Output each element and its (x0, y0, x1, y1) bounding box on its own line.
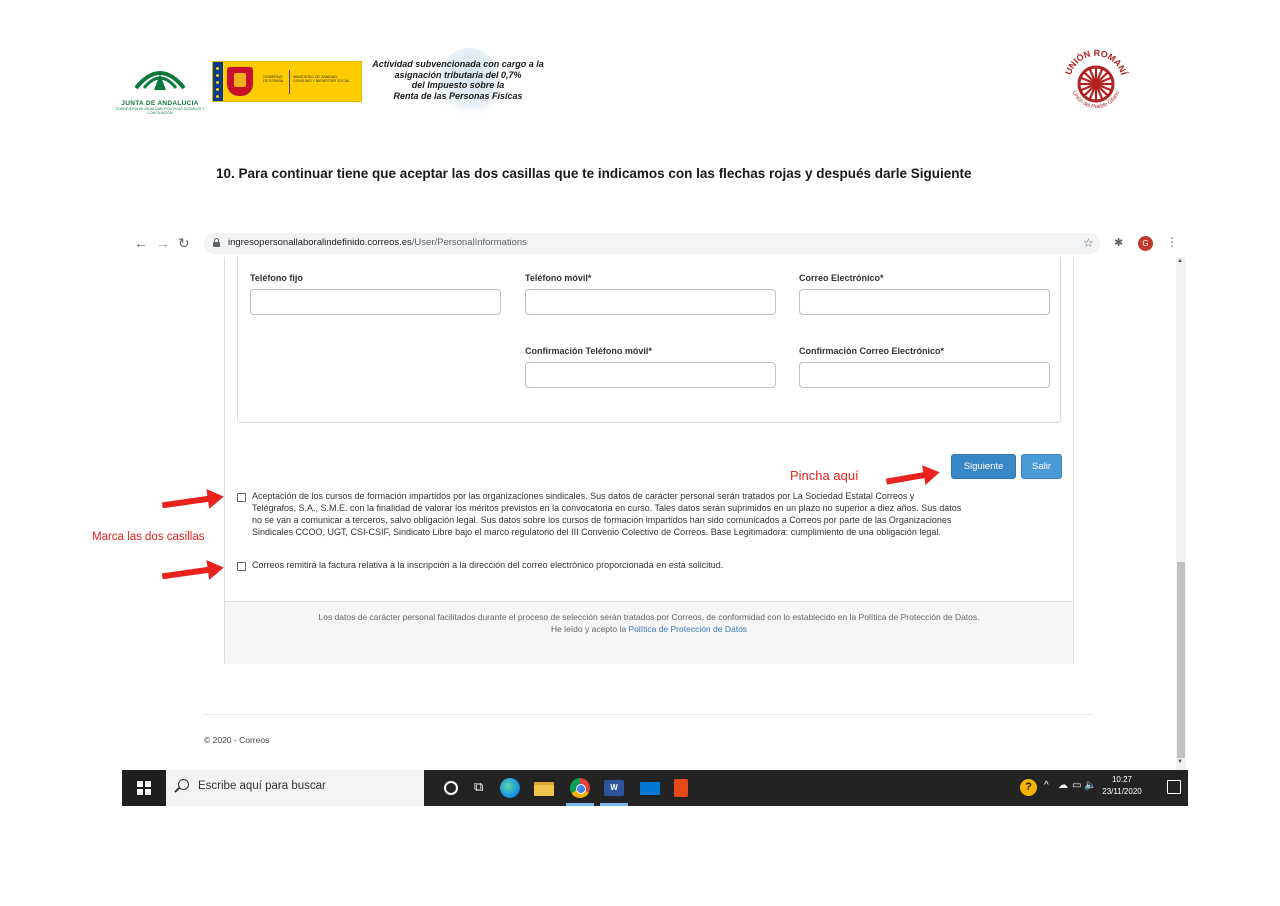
correo-input[interactable] (799, 289, 1050, 315)
junta-arch-icon (134, 71, 186, 90)
confirm-correo-input[interactable] (799, 362, 1050, 388)
logo-divider (289, 70, 290, 94)
subsidy-line: del Impuesto sobre la (411, 80, 505, 90)
salir-button[interactable]: Salir (1021, 454, 1062, 479)
browser-toolbar: ← → ↻ ingresopersonallaboralindefinido.c… (128, 230, 1186, 257)
mail-icon[interactable] (640, 782, 660, 795)
gobierno-espana-logo: GOBIERNO DE ESPAÑA MINISTERIO DE SANIDAD… (212, 61, 362, 102)
label-telefono-movil: Teléfono móvil* (525, 273, 592, 283)
privacy-policy-link[interactable]: Política de Protección de Datos (628, 624, 747, 634)
back-arrow-icon[interactable]: ← (134, 235, 148, 251)
label-telefono-fijo: Teléfono fijo (250, 273, 303, 283)
taskbar-clock[interactable]: 10:27 23/11/2020 (1092, 774, 1152, 798)
pincha-annotation: Pincha aquí (790, 468, 859, 483)
contact-panel: Teléfono fijo Teléfono móvil* Correo Ele… (237, 257, 1061, 423)
junta-subtitle: CONSEJERÍA DE IGUALDAD, POLÍTICAS SOCIAL… (115, 107, 205, 115)
subsidy-line: Actividad subvencionada con cargo a la (372, 59, 544, 69)
label-confirm-movil: Confirmación Teléfono móvil* (525, 346, 652, 356)
chrome-icon[interactable] (570, 778, 590, 798)
notification-icon[interactable] (1167, 780, 1181, 794)
bookmark-star-icon[interactable]: ☆ (1083, 236, 1094, 250)
siguiente-button[interactable]: Siguiente (951, 454, 1016, 479)
onedrive-cloud-icon[interactable]: ☁ (1058, 780, 1068, 791)
word-icon[interactable]: W (604, 780, 624, 796)
subsidy-line: asignación tributaria del 0,7% (394, 69, 522, 80)
url-path: /User/PersonalInformations (411, 237, 527, 248)
privacy-line-2: He leído y acepto la Política de Protecc… (235, 624, 1063, 636)
forward-arrow-icon[interactable]: → (156, 235, 170, 251)
marca-annotation: Marca las dos casillas (92, 531, 205, 543)
page-scrollbar[interactable]: ▲ ▼ (1176, 257, 1186, 770)
search-icon (178, 779, 189, 790)
help-icon[interactable]: ? (1020, 779, 1037, 796)
checkbox-text-line: Sindicales CCOO, UGT, CSI-CSIF, Sindicat… (252, 527, 941, 537)
privacy-footer: Los datos de carácter personal facilitad… (225, 601, 1073, 664)
privacy-prefix: He leído y acepto la (550, 623, 629, 634)
instruction-heading: 10. Para continuar tiene que aceptar las… (216, 166, 972, 181)
web-page: Teléfono fijo Teléfono móvil* Correo Ele… (128, 257, 1186, 770)
lock-icon (213, 238, 220, 247)
copyright-text: © 2020 - Correos (204, 735, 270, 745)
checkbox-text-line: Telégrafos, S.A., S.M.E. con la finalida… (252, 503, 962, 513)
scroll-thumb[interactable] (1177, 562, 1185, 758)
junta-andalucia-logo: JUNTA DE ANDALUCIA CONSEJERÍA DE IGUALDA… (112, 54, 208, 116)
subsidy-line: Renta de las Personas Físicas (393, 90, 523, 101)
form-card: Teléfono fijo Teléfono móvil* Correo Ele… (224, 257, 1074, 664)
confirm-movil-input[interactable] (525, 362, 776, 388)
windows-taskbar: Escribe aquí para buscar ⧉ W ? ^ ☁ ▭ 🔈 1… (122, 770, 1188, 806)
url-host: ingresopersonallaboralindefinido.correos… (228, 237, 412, 248)
label-confirm-correo: Confirmación Correo Electrónico* (799, 346, 945, 356)
gobierno-text: GOBIERNO DE ESPAÑA (263, 75, 284, 84)
active-app-indicator (600, 803, 628, 806)
checkbox-cursos-label: Aceptación de los cursos de formación im… (252, 490, 1067, 538)
privacy-text: Los datos de carácter personal facilitad… (235, 612, 1063, 635)
extensions-puzzle-icon[interactable]: ✱ (1114, 236, 1123, 249)
label-correo: Correo Electrónico* (799, 273, 884, 283)
start-button[interactable] (122, 770, 166, 806)
windows-logo-icon (137, 781, 151, 795)
network-icon[interactable]: ▭ (1072, 780, 1081, 791)
kebab-menu-icon[interactable]: ⋮ (1166, 235, 1178, 249)
reload-icon[interactable]: ↻ (178, 235, 190, 251)
coat-of-arms-icon (227, 67, 253, 96)
checkbox-text-line: Correos remitirá la factura relativa a l… (252, 560, 724, 570)
scroll-down-icon[interactable]: ▼ (1177, 759, 1183, 765)
active-app-indicator (566, 803, 594, 806)
url-text: ingresopersonallaboralindefinido.correos… (228, 237, 527, 248)
eu-flag-icon (213, 62, 223, 101)
search-placeholder: Escribe aquí para buscar (198, 780, 326, 792)
telefono-fijo-input[interactable] (250, 289, 501, 315)
clock-time: 10:27 (1111, 775, 1133, 784)
checkbox-text-line: no se van a comunicar a terceros, salvo … (252, 515, 952, 525)
office-icon[interactable] (674, 779, 688, 797)
page-divider (203, 714, 1093, 715)
scroll-up-icon[interactable]: ▲ (1177, 258, 1183, 264)
subsidy-notice: Actividad subvencionada con cargo a la a… (365, 59, 551, 101)
cortana-icon[interactable] (444, 781, 458, 795)
ministerio-text: MINISTERIO DE SANIDAD, CONSUMO Y BIENEST… (293, 75, 351, 84)
address-bar[interactable]: ingresopersonallaboralindefinido.correos… (204, 233, 1100, 254)
task-view-icon[interactable]: ⧉ (474, 779, 483, 795)
telefono-movil-input[interactable] (525, 289, 776, 315)
checkbox-factura-label: Correos remitirá la factura relativa a l… (252, 559, 1067, 571)
privacy-line: Los datos de carácter personal facilitad… (318, 612, 980, 622)
union-romani-logo: UNIÓN ROMANÍ Unión del Pueblo Gitano (1060, 44, 1132, 120)
chevron-up-icon[interactable]: ^ (1044, 780, 1049, 791)
checkbox-text-line: Aceptación de los cursos de formación im… (252, 491, 915, 501)
checkbox-factura[interactable] (237, 562, 246, 571)
clock-date: 23/11/2020 (1102, 787, 1142, 796)
profile-avatar[interactable]: G (1138, 236, 1153, 251)
checkbox-cursos-formacion[interactable] (237, 493, 246, 502)
junta-name: JUNTA DE ANDALUCIA (121, 100, 199, 107)
taskbar-search[interactable]: Escribe aquí para buscar (166, 770, 424, 806)
edge-browser-icon[interactable] (500, 778, 520, 798)
romani-wheel-icon: UNIÓN ROMANÍ Unión del Pueblo Gitano (1063, 48, 1129, 110)
file-explorer-icon[interactable] (534, 782, 554, 796)
